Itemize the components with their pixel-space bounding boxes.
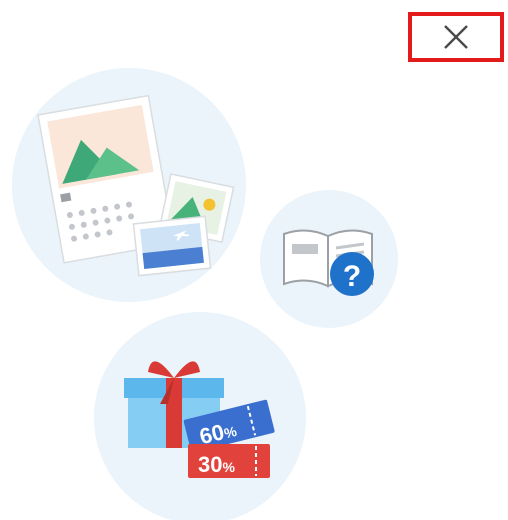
gift-offers-illustration: 60% 30% bbox=[94, 312, 306, 520]
photo-calendar-illustration bbox=[12, 68, 246, 302]
svg-text:?: ? bbox=[343, 260, 361, 293]
guide-help-illustration: ? bbox=[260, 190, 398, 328]
travel-photo-icon bbox=[132, 215, 212, 277]
close-icon bbox=[444, 25, 468, 49]
close-button[interactable] bbox=[408, 12, 504, 62]
onboarding-overlay: ? 60% 30% bbox=[0, 0, 508, 520]
help-question-icon: ? bbox=[330, 252, 374, 296]
